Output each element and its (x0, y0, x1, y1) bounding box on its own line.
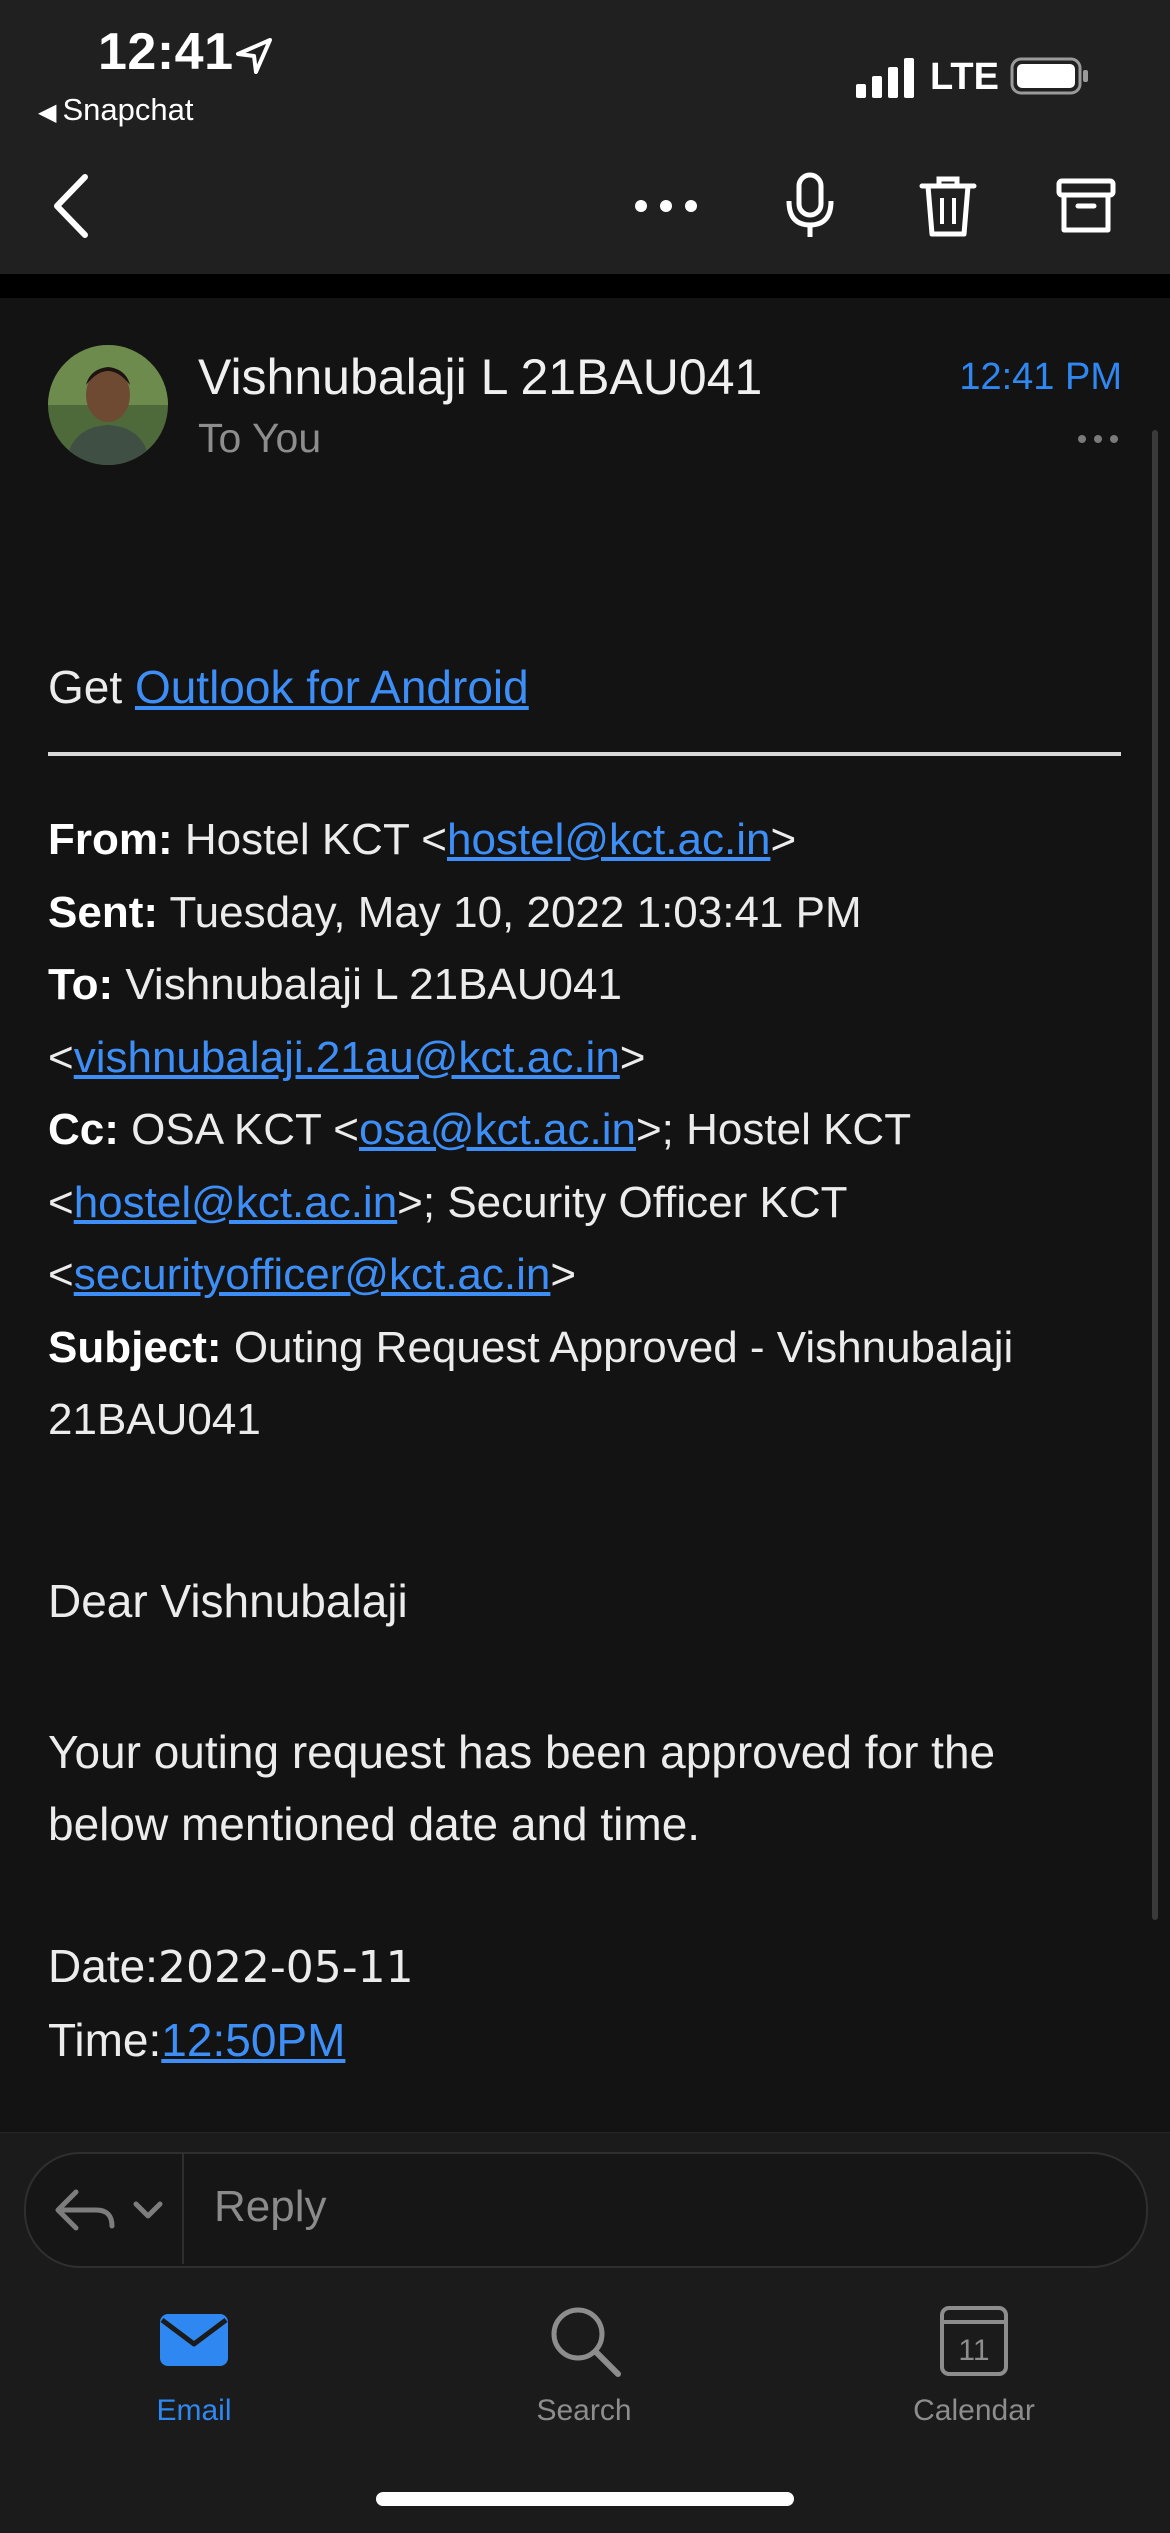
forward-divider (48, 752, 1121, 756)
from-close: > (770, 815, 797, 864)
back-button[interactable] (32, 166, 112, 246)
calendar-day: 11 (958, 2334, 989, 2367)
to-label: To: (48, 960, 114, 1009)
recipient-line[interactable]: To You (198, 415, 321, 462)
back-to-app-link[interactable]: ◀ Snapchat (38, 92, 193, 128)
date-value: 2022-05-11 (157, 1942, 414, 1993)
get-prefix: Get (48, 661, 123, 713)
tab-search[interactable]: Search (474, 2300, 694, 2428)
date-time-block: Date:2022-05-11 Time:12:50PM (48, 1930, 414, 2076)
tab-calendar[interactable]: 11 Calendar (864, 2300, 1084, 2428)
reply-arrow-icon (55, 2189, 115, 2231)
cell-signal-icon (856, 58, 914, 98)
cc-row-2: <hostel@kct.ac.in>; Security Officer KCT (48, 1167, 1123, 1240)
to-row: To: Vishnubalaji L 21BAU041 (48, 949, 1123, 1022)
to-open: < (48, 1032, 74, 1082)
reply-divider (182, 2154, 184, 2264)
location-arrow-icon (236, 38, 272, 74)
subject-value-1: Outing Request Approved - Vishnubalaji (233, 1322, 1014, 1372)
chevron-left-icon (54, 174, 88, 238)
sent-value: Tuesday, May 10, 2022 1:03:41 PM (169, 887, 862, 937)
from-row: From: Hostel KCT <hostel@kct.ac.in> (48, 804, 1123, 877)
subject-value-2: 21BAU041 (48, 1395, 261, 1444)
header-divider (0, 274, 1170, 298)
more-options-button[interactable] (626, 166, 706, 246)
date-label: Date: (48, 1940, 158, 1992)
time-label: Time: (48, 2014, 162, 2066)
from-email-link[interactable]: hostel@kct.ac.in (447, 815, 770, 864)
cc-name-1: OSA KCT < (131, 1105, 359, 1154)
approval-paragraph: Your outing request has been approved fo… (48, 1716, 1123, 1860)
cc-row: Cc: OSA KCT <osa@kct.ac.in>; Hostel KCT (48, 1094, 1123, 1167)
scrollbar[interactable] (1152, 430, 1158, 1920)
cc-email-3-link[interactable]: securityofficer@kct.ac.in (74, 1250, 551, 1299)
trash-icon (919, 176, 977, 237)
cc-open-3: < (48, 1250, 74, 1299)
home-indicator[interactable] (376, 2492, 794, 2506)
sender-name: Vishnubalaji L 21BAU041 (198, 349, 763, 405)
to-close: > (619, 1032, 646, 1082)
cc-sep-1: >; Hostel KCT (635, 1105, 912, 1154)
cc-email-2-link[interactable]: hostel@kct.ac.in (74, 1178, 397, 1227)
subject-row: Subject: Outing Request Approved - Vishn… (48, 1312, 1123, 1385)
cc-sep-2: >; Security Officer KCT (397, 1177, 848, 1227)
sent-label: Sent: (48, 887, 158, 937)
back-triangle-icon: ◀ (38, 99, 57, 126)
microphone-icon (786, 172, 834, 237)
cc-open-2: < (48, 1177, 74, 1227)
subject-label: Subject: (48, 1322, 222, 1372)
search-icon (551, 2307, 621, 2377)
tab-email[interactable]: Email (84, 2300, 304, 2428)
delete-button[interactable] (908, 166, 988, 246)
tab-search-label: Search (536, 2394, 632, 2427)
to-email-link[interactable]: vishnubalaji.21au@kct.ac.in (74, 1033, 620, 1082)
cc-row-3: <securityofficer@kct.ac.in> (48, 1239, 1123, 1312)
battery-icon (1010, 57, 1088, 95)
to-email-row: <vishnubalaji.21au@kct.ac.in> (48, 1022, 1123, 1095)
forwarded-header: From: Hostel KCT <hostel@kct.ac.in> Sent… (48, 804, 1123, 1457)
paragraph-line-2: below mentioned date and time. (48, 1798, 701, 1850)
reply-field[interactable] (24, 2152, 1148, 2268)
avatar-photo (48, 345, 168, 465)
cc-email-1-link[interactable]: osa@kct.ac.in (359, 1105, 636, 1154)
chevron-down-icon (133, 2201, 163, 2219)
signature-line: Get Outlook for Android (48, 660, 529, 714)
dictate-button[interactable] (770, 166, 850, 246)
back-app-label: Snapchat (62, 92, 194, 127)
outlook-android-link[interactable]: Outlook for Android (135, 661, 529, 713)
paragraph-line-1: Your outing request has been approved fo… (48, 1726, 996, 1778)
reply-options-button[interactable] (52, 2182, 172, 2238)
sender-avatar[interactable] (48, 345, 168, 465)
cc-label: Cc: (48, 1105, 119, 1154)
tab-calendar-label: Calendar (913, 2394, 1035, 2427)
sent-row: Sent: Tuesday, May 10, 2022 1:03:41 PM (48, 877, 1123, 950)
network-type: LTE (930, 56, 999, 98)
top-bar: 12:41 ◀ Snapchat LTE (0, 0, 1170, 274)
from-name: Hostel KCT < (184, 815, 447, 864)
to-name: Vishnubalaji L 21BAU041 (125, 960, 622, 1009)
time-row: Time:12:50PM (48, 2004, 414, 2076)
message-time: 12:41 PM (959, 356, 1122, 398)
time-value-link[interactable]: 12:50PM (161, 2014, 345, 2066)
status-time: 12:41 (98, 23, 234, 81)
date-row: Date:2022-05-11 (48, 1930, 414, 2004)
reply-placeholder[interactable]: Reply (214, 2182, 327, 2232)
archive-icon (1056, 178, 1116, 233)
subject-row-2: 21BAU041 (48, 1384, 1123, 1457)
calendar-icon: 11 (940, 2306, 1008, 2376)
tab-email-label: Email (156, 2394, 232, 2427)
cc-close-3: > (550, 1250, 577, 1299)
from-label: From: (48, 815, 173, 864)
mail-icon (160, 2314, 228, 2366)
more-icon (635, 200, 697, 212)
greeting: Dear Vishnubalaji (48, 1575, 408, 1627)
message-more-icon[interactable] (1076, 432, 1120, 446)
archive-button[interactable] (1046, 166, 1126, 246)
